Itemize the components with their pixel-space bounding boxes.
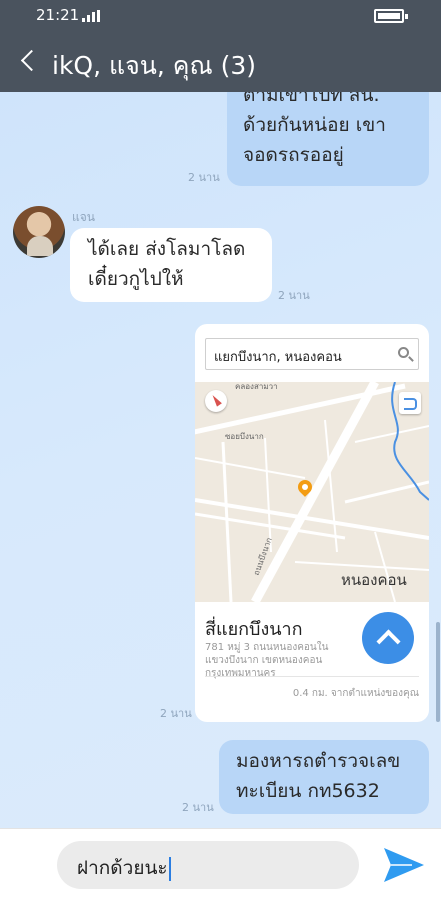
message-line: ทะเบียน กท5632 [236,780,380,802]
map-search-text: แยกบึงนาก, หนองคอน [214,350,342,365]
message-time: 2 นาน [160,707,192,720]
message-line: มองหารถตำรวจเลข [236,750,401,772]
message-line: เดี๋ยวกูไปให้ [88,268,184,290]
composer-bar: ฝากด้วยนะ [0,828,441,900]
message-line: ได้เลย ส่งโลมาโลด [88,238,246,260]
message-bubble-outgoing[interactable]: ตามเขาไปที่ สน. ด้วยกันหน่อย เขา จอดรถรอ… [227,92,429,186]
back-arrow-icon[interactable] [16,44,40,78]
message-line: ตามเขาไปที่ สน. [243,92,380,106]
chat-area[interactable]: ตามเขาไปที่ สน. ด้วยกันหน่อย เขา จอดรถรอ… [0,92,441,828]
battery-icon [374,9,408,23]
search-icon[interactable] [398,347,409,358]
message-time: 2 นาน [278,289,310,302]
message-input-value: ฝากด้วยนะ [77,857,168,879]
map-view[interactable]: คลองสามวา ซอยบึงนาก ถนนบึงนาก หนองคอน [195,382,429,602]
status-bar: 21:21 [0,0,441,30]
message-time: 2 นาน [188,171,220,184]
scrollbar[interactable] [436,622,440,722]
map-label: คลองสามวา [235,382,278,391]
message-bubble-outgoing[interactable]: มองหารถตำรวจเลข ทะเบียน กท5632 [219,740,429,814]
compass-icon[interactable] [205,390,227,412]
send-icon[interactable] [382,843,426,887]
map-label: ซอยบึงนาก [225,432,264,441]
chat-title: ikQ, แจน, คุณ (3) [52,51,257,80]
message-input[interactable]: ฝากด้วยนะ [57,841,359,889]
place-distance: 0.4 กม. จากตำแหน่งของคุณ [292,688,419,699]
signal-icon [82,10,100,22]
place-name: สี่แยกบึงนาก [205,619,303,640]
place-address: 781 หมู่ 3 ถนนหนองคอนใน แขวงบึงนาก เขตหน… [205,642,329,679]
message-bubble-incoming[interactable]: ได้เลย ส่งโลมาโลด เดี๋ยวกูไปให้ [70,228,272,302]
message-line: จอดรถรออยู่ [243,144,344,166]
navigate-button[interactable] [362,612,414,664]
sender-name: แจน [72,210,95,224]
chat-header: ikQ, แจน, คุณ (3) [0,30,441,92]
location-card[interactable]: แยกบึงนาก, หนองคอน คลองสามวา ซอยบึงนาก ถ… [195,324,429,722]
map-search-field[interactable]: แยกบึงนาก, หนองคอน [205,338,419,370]
status-time: 21:21 [36,6,80,24]
message-line: ด้วยกันหน่อย เขา [243,114,386,136]
text-cursor [168,856,171,881]
map-area-name: หนองคอน [341,571,407,589]
avatar[interactable] [13,206,65,258]
divider [205,676,419,677]
message-time: 2 นาน [182,801,214,814]
route-icon[interactable] [399,392,421,414]
